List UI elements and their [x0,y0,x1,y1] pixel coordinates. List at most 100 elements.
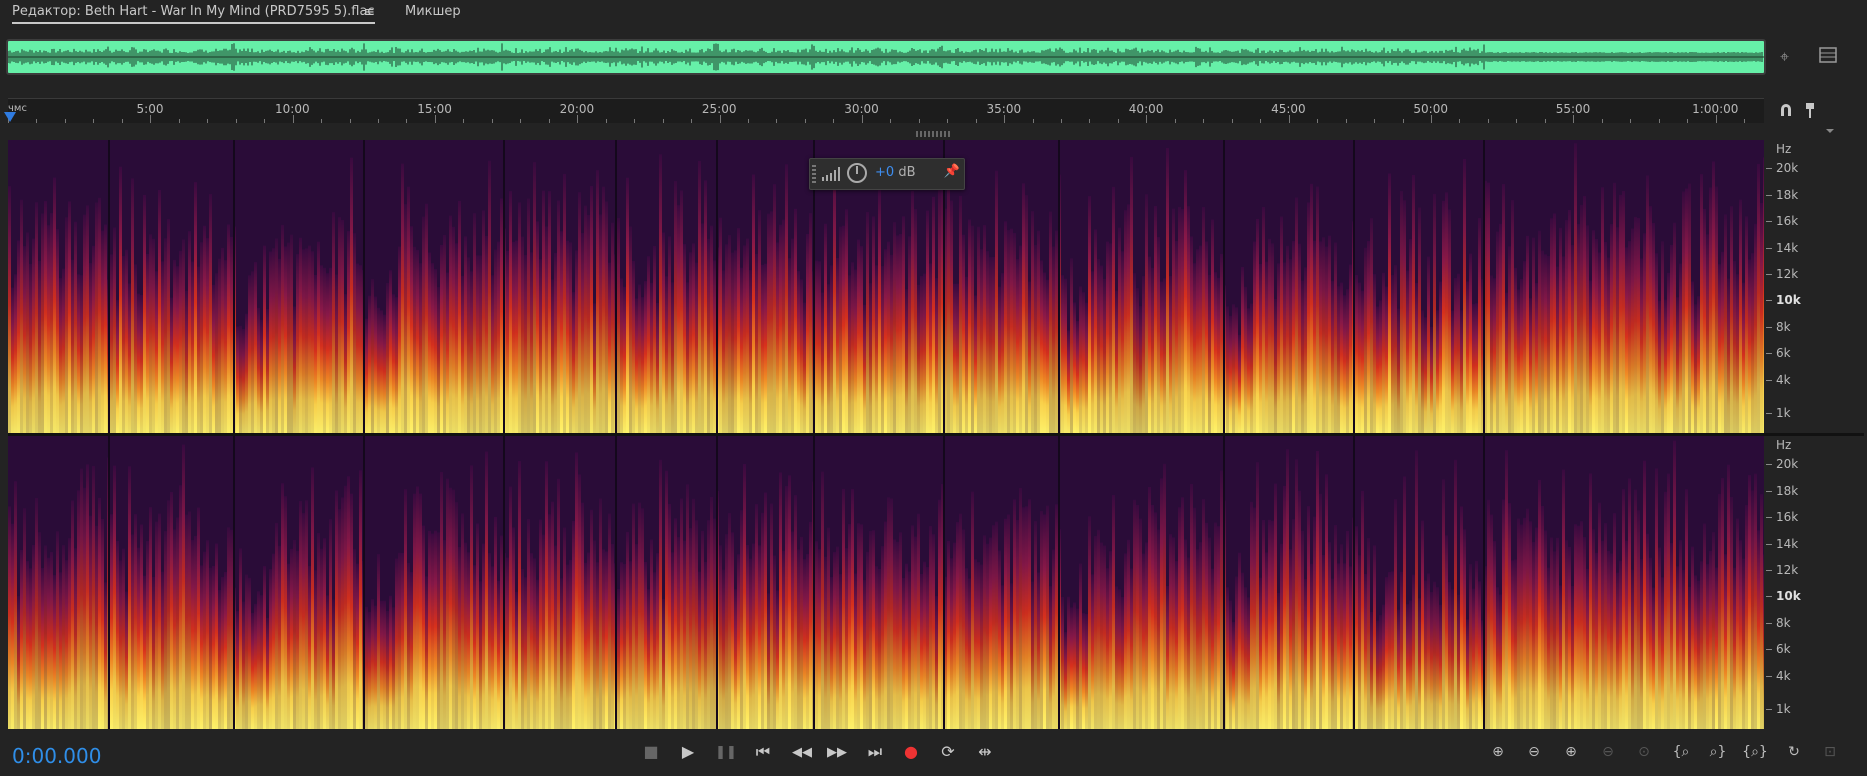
spectrogram-column [1187,206,1190,433]
spectrogram-column [1604,241,1607,433]
zoom-out-amplitude-button[interactable]: ⊖ [1519,744,1549,760]
ruler-tick-label: 45:00 [1271,102,1306,116]
spectrogram-column [1049,211,1052,433]
spectrogram-column [704,561,707,729]
panel-list-icon[interactable] [1819,46,1837,68]
spectrogram-column [1043,272,1046,433]
vertical-scroll-handle[interactable] [916,131,950,137]
ruler-tick [207,119,209,123]
spectrogram-column [578,192,581,433]
record-button[interactable]: ● [898,742,924,761]
tab-menu-icon[interactable]: ≡ [364,5,375,20]
ruler-tick [178,119,180,123]
zoom-reset-button[interactable]: ↻ [1779,744,1809,760]
spectrogram-column [1577,224,1580,433]
hud-drag-grip[interactable] [812,165,816,183]
spectrogram-column [1610,553,1613,729]
spectrogram-column [749,558,752,729]
move-to-start-button[interactable]: ⏮ [750,742,776,762]
tab-editor[interactable]: Редактор: Beth Hart - War In My Mind (PR… [12,4,375,24]
playhead-marker[interactable] [4,112,16,122]
spectrogram-column [1751,490,1754,729]
spectrogram-column [596,170,599,433]
zoom-in-right-button[interactable]: ⌕} [1703,744,1733,760]
spectrogram-column [1301,280,1304,433]
spectrogram-column [1424,580,1427,729]
spectrogram-column [1154,512,1157,729]
pin-icon[interactable]: 📌 [944,164,960,179]
vertical-scroll-arrow[interactable] [1826,129,1834,133]
spectrogram-column [1607,257,1610,433]
spectrogram-column [1379,615,1382,729]
spectrogram-column [1454,459,1457,729]
ruler-tick-label: 40:00 [1128,102,1164,116]
zoom-fit-button[interactable]: ⊡ [1815,744,1845,760]
spectrogram-column [1724,554,1727,729]
volume-knob[interactable] [847,163,867,183]
tab-mixer[interactable]: Микшер [405,4,461,19]
rewind-button[interactable]: ◀◀ [789,745,815,760]
time-ruler[interactable]: чмс 5:00 10:00 15:00 20:00 25:00 30:00 35:00 40… [8,98,1764,123]
spectrogram-column [500,198,503,433]
volume-readout[interactable]: +0 dB [875,165,915,180]
spectrogram-column [236,326,239,433]
spectrogram-column [320,265,323,433]
frequency-axis-left: Hz 20k 18k 16k 14k 12k 10k 8k 6k 4k 1k [1764,140,1867,433]
spectrogram-column [1373,545,1376,729]
spectrogram-transient-line [363,140,365,433]
spectrogram-column [1064,278,1067,433]
move-to-end-button[interactable]: ⏭ [862,742,888,762]
spectrogram-column [245,574,248,729]
spectrogram-column [1001,585,1004,729]
spectrogram-column [1688,183,1691,433]
spectrogram-column [1736,274,1739,433]
frequency-label: 4k [1776,669,1791,683]
skip-selection-button[interactable]: ⇹ [972,742,998,761]
spectrogram-column [365,318,368,433]
spectrogram-column [899,532,902,729]
spectrogram-column [1421,520,1424,729]
fast-forward-button[interactable]: ▶▶ [824,745,850,760]
zoom-out-time-button[interactable]: ⊖ [1593,744,1623,760]
spectrogram-column [1658,300,1661,433]
hud-volume-control[interactable]: +0 dB 📌 [809,158,965,190]
loop-playback-button[interactable]: ⟳ [935,742,961,761]
pause-button[interactable]: ❚❚ [713,745,739,760]
spectrogram-column [533,558,536,729]
spectrogram-column [761,512,764,729]
spectrogram-column [149,234,152,433]
snap-magnet-icon[interactable] [1778,102,1794,122]
spectrogram-column [695,262,698,433]
spectrogram-channel-right[interactable] [8,436,1764,729]
spectrogram-column [530,252,533,433]
zoom-selection-button[interactable]: ⊙ [1629,744,1659,760]
spectrogram-column [1169,276,1172,433]
spectrogram-column [1115,586,1118,729]
spectrogram-column [1043,514,1046,729]
play-button[interactable]: ▶ [675,742,701,761]
spectrogram-column [455,502,458,729]
spectrogram-column [347,476,350,729]
spectrogram-column [692,243,695,433]
spectrogram-column [932,534,935,729]
waveform-overview[interactable] [6,39,1766,75]
spectrogram-column [557,478,560,729]
zoom-in-left-button[interactable]: {⌕ [1666,744,1696,760]
spectrogram-column [758,545,761,729]
ruler-tick-label: 25:00 [701,102,737,116]
zoom-full-button[interactable]: {⌕} [1740,744,1770,760]
zoom-in-amplitude-button[interactable]: ⊕ [1483,744,1513,760]
spectrogram-column [851,489,854,729]
marker-pin-icon[interactable] [1804,102,1816,122]
spectrogram-column [458,200,461,433]
spectrogram-column [1463,158,1466,433]
zoom-target-icon[interactable]: ⌖ [1780,47,1789,67]
timecode-display[interactable]: 0:00.000 [12,744,101,768]
ruler-tick [1374,119,1376,123]
spectrogram-column [473,565,476,729]
volume-value[interactable]: +0 [875,165,894,180]
zoom-in-time-button[interactable]: ⊕ [1556,744,1586,760]
stop-button[interactable]: ■ [638,742,664,761]
spectrogram-column [1586,568,1589,729]
spectrogram-column [398,552,401,729]
